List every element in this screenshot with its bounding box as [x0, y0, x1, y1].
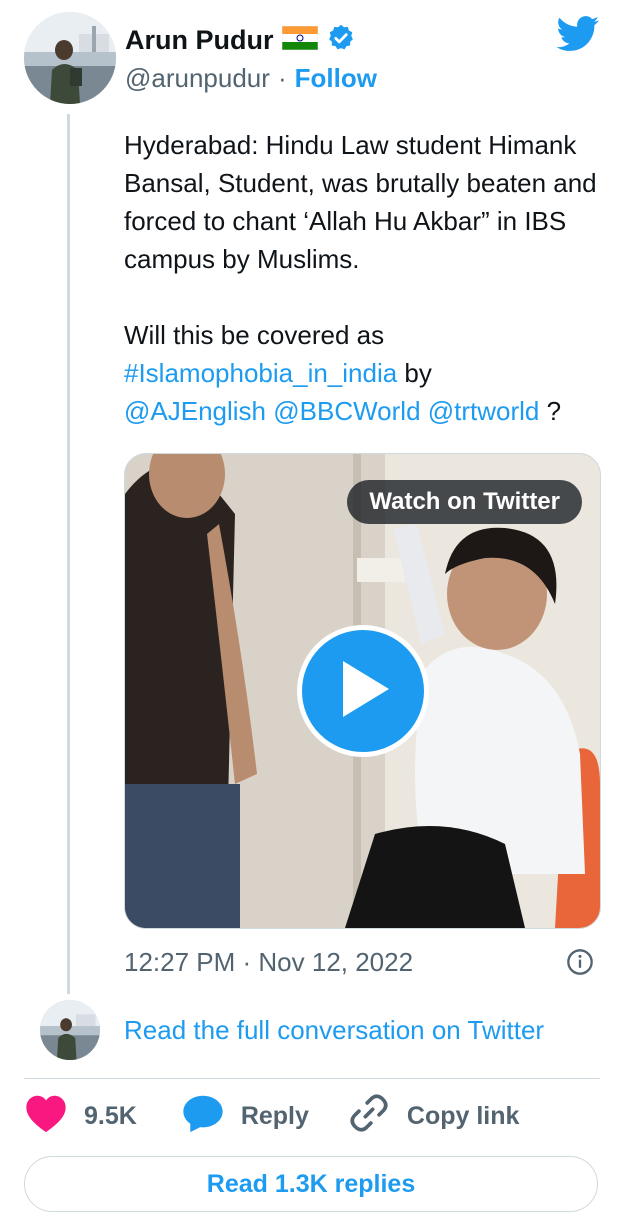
question-mark: ? [539, 396, 562, 426]
tweet-timestamp[interactable]: 12:27 PM · Nov 12, 2022 [124, 947, 413, 978]
divider [24, 1078, 600, 1079]
hashtag-link[interactable]: #Islamophobia_in_india [124, 358, 397, 388]
play-button[interactable] [297, 625, 429, 757]
read-full-conversation-link[interactable]: Read the full conversation on Twitter [124, 1012, 544, 1048]
author-handle[interactable]: @arunpudur [125, 63, 270, 94]
info-icon[interactable] [566, 948, 594, 976]
mention-link-trtworld[interactable]: @trtworld [428, 396, 540, 426]
author-avatar[interactable] [24, 12, 116, 104]
paragraph-2-prefix: Will this be covered as [124, 320, 385, 350]
video-thumbnail[interactable]: Watch on Twitter [124, 453, 601, 929]
link-icon [347, 1091, 391, 1142]
thread-line [67, 114, 70, 994]
reply-button[interactable]: Reply [181, 1093, 309, 1140]
watch-on-twitter-button[interactable]: Watch on Twitter [347, 480, 582, 524]
heart-icon [24, 1093, 68, 1140]
like-count: 9.5K [84, 1101, 137, 1130]
tweet-meta-row: 12:27 PM · Nov 12, 2022 [124, 944, 594, 980]
reader-avatar[interactable] [40, 1000, 100, 1060]
reply-bubble-icon [181, 1093, 225, 1140]
mention-link-bbcworld[interactable]: @BBCWorld [273, 396, 420, 426]
india-flag-icon [281, 25, 318, 55]
tweet-text: Hyderabad: Hindu Law student Himank Bans… [124, 126, 614, 430]
copy-link-button[interactable]: Copy link [347, 1091, 520, 1142]
read-replies-button[interactable]: Read 1.3K replies [24, 1156, 598, 1212]
mention-link-ajenglish[interactable]: @AJEnglish [124, 396, 266, 426]
separator-dot: · [277, 62, 287, 93]
tweet-paragraph-1: Hyderabad: Hindu Law student Himank Bans… [124, 130, 597, 274]
author-handle-row: @arunpudur · Follow [125, 60, 377, 96]
verified-badge-icon [326, 23, 356, 58]
play-icon [335, 659, 391, 724]
copy-link-label: Copy link [406, 1101, 520, 1130]
follow-link[interactable]: Follow [295, 63, 377, 94]
reply-label: Reply [240, 1101, 309, 1130]
author-name-row: Arun Pudur [125, 22, 356, 58]
like-button[interactable]: 9.5K [24, 1093, 137, 1140]
author-name[interactable]: Arun Pudur [125, 25, 274, 56]
word-by: by [397, 358, 432, 388]
twitter-logo-icon[interactable] [556, 16, 600, 57]
tweet-paragraph-2: Will this be covered as #Islamophobia_in… [124, 316, 614, 430]
action-bar: 9.5K Reply Copy link [24, 1093, 519, 1140]
